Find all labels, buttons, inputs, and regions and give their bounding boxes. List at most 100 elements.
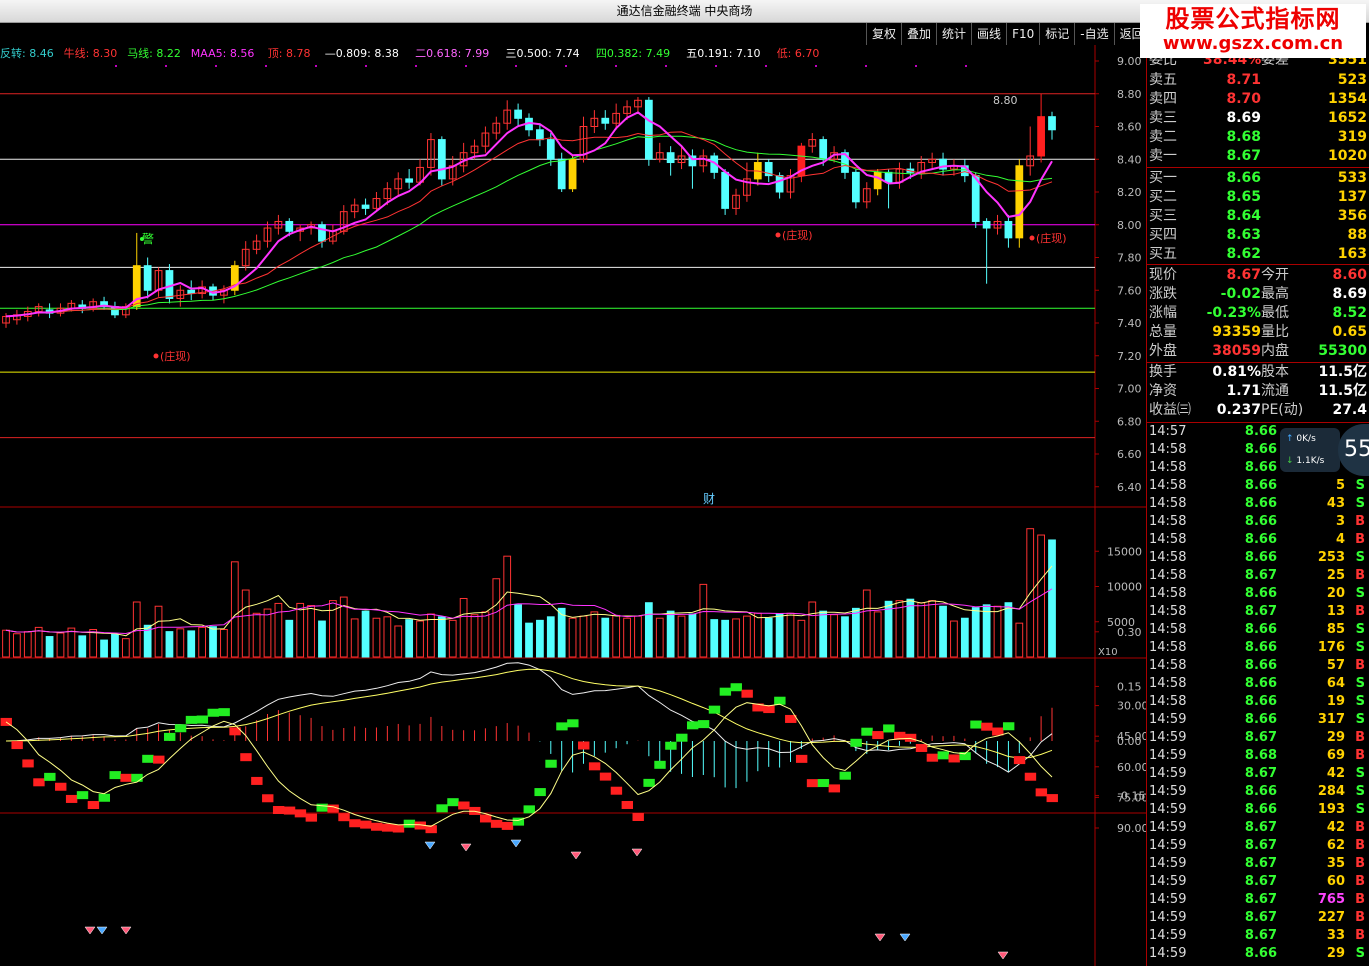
candle-body: [285, 220, 294, 232]
ask-label: 卖一: [1149, 148, 1177, 164]
macd-dea-line: [5, 668, 1053, 759]
tick-volume: 29: [1326, 946, 1345, 961]
toolbar-button-0[interactable]: 复权: [866, 23, 901, 45]
upload-arrow-icon: ↑: [1286, 434, 1294, 444]
tick-price: 8.67: [1244, 604, 1277, 619]
kdj-block: [643, 778, 655, 787]
bid-volume: 163: [1337, 246, 1367, 262]
tick-row: 14:59 8.66 284 S: [1147, 783, 1369, 801]
candle-body: [143, 265, 152, 291]
stat-value: 38059: [1212, 343, 1261, 359]
tick-row: 14:58 8.66 19 S: [1147, 693, 1369, 711]
stat-value: 93359: [1212, 324, 1261, 340]
candle-body: [982, 220, 991, 229]
volume-bar: [546, 616, 555, 658]
marker-dot: [165, 65, 167, 67]
tick-price: 8.66: [1244, 442, 1277, 457]
ask-volume: 1020: [1328, 148, 1367, 164]
toolbar-button-5[interactable]: 标记: [1039, 23, 1074, 45]
toolbar-button-6[interactable]: -自选: [1074, 23, 1113, 45]
kdj-block: [371, 822, 383, 831]
candle-body: [514, 109, 522, 119]
toolbar-button-1[interactable]: 叠加: [901, 23, 936, 45]
tick-row: 14:59 8.66 317 S: [1147, 711, 1369, 729]
tick-side: B: [1355, 568, 1365, 583]
tick-row: 14:58 8.66 3 B: [1147, 513, 1369, 531]
ask-label: 卖三: [1149, 110, 1177, 126]
volume-bar: [416, 620, 424, 658]
diamond-icon: [120, 926, 132, 935]
price-tick-label: 8.40: [1117, 153, 1142, 166]
indicator-value: 牛线: 8.30: [64, 46, 118, 60]
tick-volume: 69: [1326, 748, 1345, 763]
tick-side: B: [1355, 730, 1365, 745]
price-tick-label: 6.80: [1117, 415, 1142, 428]
tick-volume: 33: [1326, 928, 1345, 943]
indicator-value: —0.809: 8.38: [325, 47, 399, 60]
kdj-block: [11, 741, 23, 750]
kdj-block: [98, 793, 111, 802]
tick-row: 14:59 8.67 42 S: [1147, 765, 1369, 783]
indicator-value: 五0.191: 7.10: [686, 47, 760, 60]
volume-bar: [372, 617, 381, 658]
volume-bar: [459, 597, 468, 658]
indicator-value: 反转: 8.46: [0, 46, 54, 60]
vol-tick-label: 10000: [1107, 581, 1142, 594]
kdj-block: [578, 741, 590, 750]
diamond-icon: [899, 933, 911, 942]
volume-bar: [220, 629, 228, 658]
kdj-block: [730, 683, 742, 692]
stat-value: 8.69: [1332, 286, 1367, 302]
tick-price: 8.66: [1244, 694, 1277, 709]
diamond-icon: [997, 951, 1009, 960]
tick-price: 8.66: [1244, 496, 1277, 511]
tick-volume: 284: [1317, 784, 1345, 799]
marker-dot: [265, 65, 267, 67]
volume-bar: [307, 605, 315, 658]
kdj-block: [839, 771, 851, 780]
kline-chart[interactable]: 反转: 8.46 牛线: 8.30 马线: 8.22 MAA5: 8.56 顶: 8.7…: [0, 45, 1146, 966]
kdj-block: [588, 762, 601, 771]
kdj-block: [817, 779, 830, 788]
diamond-icon: [460, 843, 472, 852]
tick-time: 14:59: [1149, 712, 1187, 727]
fin-row: 换手 0.81% 股本 11.5亿: [1147, 363, 1369, 382]
toolbar-button-2[interactable]: 统计: [936, 23, 971, 45]
volume-bar: [176, 628, 185, 658]
volume-bar: [470, 614, 479, 658]
stat-label: 涨跌: [1149, 286, 1177, 302]
stat-value: 8.67: [1226, 267, 1261, 283]
tick-row: 14:59 8.67 29 B: [1147, 729, 1369, 747]
volume-bar: [808, 601, 817, 658]
high-price-label: 8.80: [993, 94, 1018, 107]
tick-side: S: [1355, 946, 1365, 961]
tick-row: 14:59 8.66 29 S: [1147, 945, 1369, 963]
kdj-block: [741, 689, 753, 698]
kdj-block: [1035, 788, 1048, 797]
finance-marker: 财: [703, 492, 715, 506]
candle-body: [1004, 220, 1013, 239]
vol-tick-label: 15000: [1107, 545, 1142, 558]
toolbar-button-3[interactable]: 画线: [971, 23, 1006, 45]
bid-price: 8.63: [1226, 227, 1261, 243]
tick-volume: 42: [1326, 820, 1345, 835]
volume-bar: [982, 604, 991, 658]
tick-time: 14:58: [1149, 442, 1187, 457]
candle-body: [318, 224, 326, 242]
kdj-block: [937, 751, 949, 760]
price-tick-label: 7.80: [1117, 252, 1142, 265]
tick-volume: 5: [1335, 478, 1345, 493]
watermark-logo: 股票公式指标网 www.gszx.com.cn: [1140, 4, 1366, 58]
kdj-block: [1046, 794, 1058, 803]
stat-label: 今开: [1261, 267, 1289, 283]
ask-row: 卖二 8.68 319: [1147, 128, 1369, 147]
volume-bar: [89, 629, 98, 658]
bid-price: 8.66: [1226, 170, 1261, 186]
toolbar-button-4[interactable]: F10: [1006, 23, 1039, 45]
candle-body: [165, 270, 174, 299]
kdj-block: [294, 809, 307, 818]
tick-price: 8.67: [1244, 820, 1277, 835]
tick-time: 14:59: [1149, 946, 1187, 961]
warn-dot: [140, 237, 144, 241]
volume-bar: [753, 612, 762, 658]
